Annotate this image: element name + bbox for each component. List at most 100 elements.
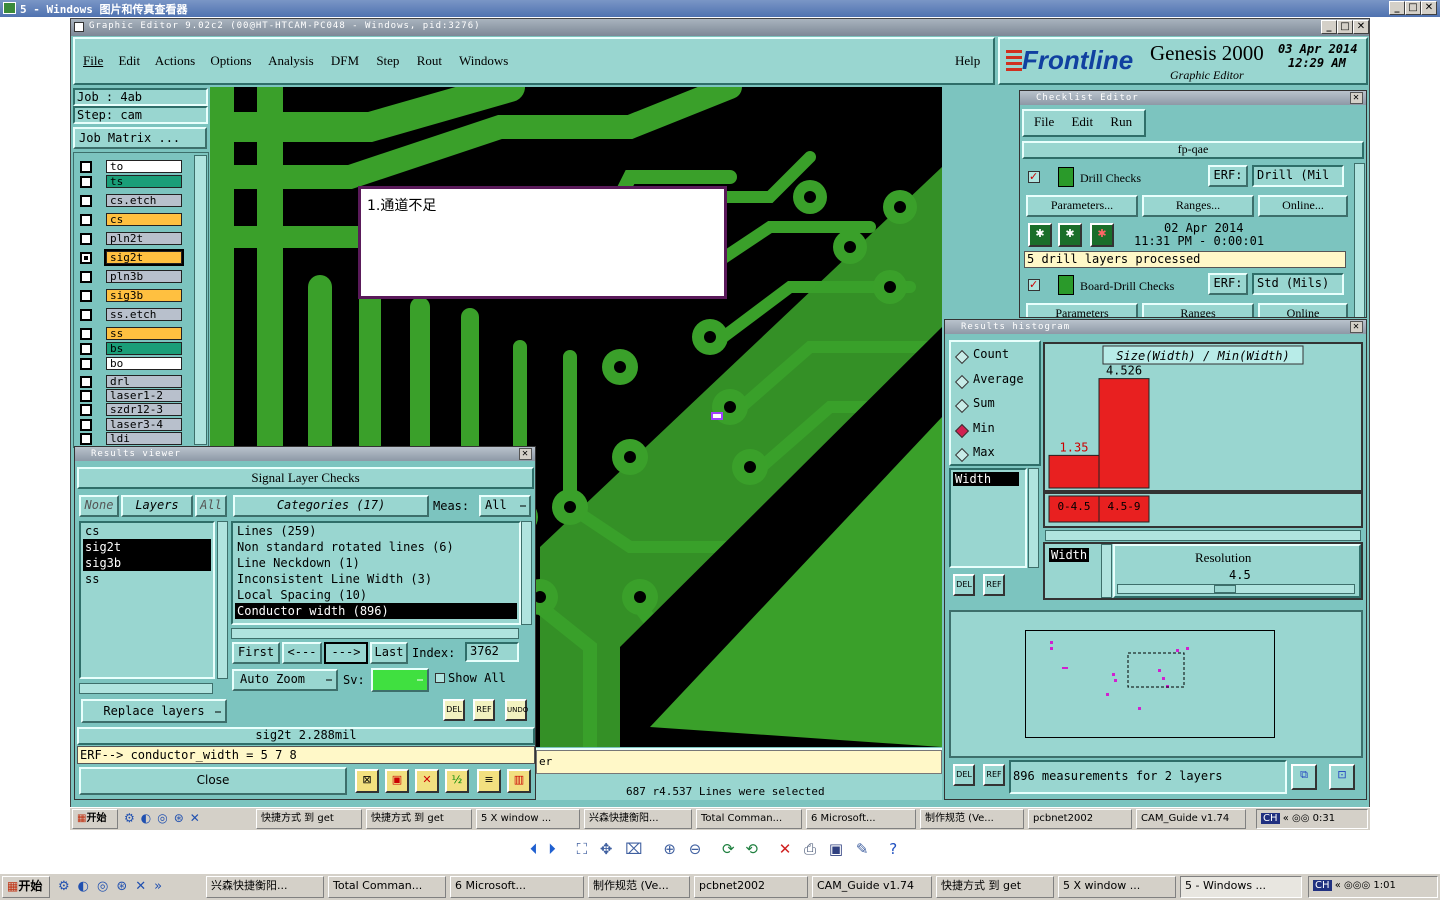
undo-icon[interactable]: UNDO xyxy=(505,699,528,721)
menu-actions[interactable]: Actions xyxy=(155,53,195,68)
layer-row-7[interactable]: sig3b xyxy=(78,289,182,303)
option-label-min[interactable]: Min xyxy=(973,421,995,435)
run-stop-icon[interactable]: ✱ xyxy=(1090,223,1114,247)
option-label-max[interactable]: Max xyxy=(973,445,995,459)
menu-rout[interactable]: Rout xyxy=(417,53,442,68)
inner-start-button[interactable]: ▦开始 xyxy=(72,809,118,829)
print-icon[interactable]: ⎙ xyxy=(804,840,816,858)
overview-map[interactable] xyxy=(1025,630,1275,738)
crossout-icon[interactable]: ✕ xyxy=(415,769,439,793)
checklist-close-icon[interactable]: ✕ xyxy=(1350,92,1363,104)
drill-online-button[interactable]: Online... xyxy=(1258,195,1348,217)
help-icon[interactable]: ? xyxy=(889,840,897,858)
menu-analysis[interactable]: Analysis xyxy=(268,53,314,68)
option-label-average[interactable]: Average xyxy=(973,372,1024,386)
outer-task-button[interactable]: 5 - Windows ... xyxy=(1180,876,1302,898)
map-ref-icon[interactable]: REF xyxy=(983,764,1005,786)
resolution-field[interactable]: Width xyxy=(1049,548,1090,562)
result-layer-item[interactable]: sig2t xyxy=(83,539,211,555)
inner-task-button[interactable]: 5 X window ... xyxy=(476,809,580,829)
layer-toggle-checkbox[interactable] xyxy=(80,233,92,245)
board-parameters-button[interactable]: Parameters xyxy=(1026,303,1138,317)
rotate-cw-icon[interactable]: ⟳ xyxy=(722,840,735,858)
layer-name[interactable]: bs xyxy=(106,342,182,355)
inner-task-button[interactable]: 6 Microsoft... xyxy=(806,809,916,829)
option-radio-max[interactable] xyxy=(954,447,970,463)
result-layer-item[interactable]: cs xyxy=(83,523,211,539)
replace-layers-select[interactable]: Replace layers ⎯ xyxy=(81,699,227,723)
run-step-icon[interactable]: ✱ xyxy=(1058,223,1082,247)
outer-task-button[interactable]: 6 Microsoft... xyxy=(450,876,584,898)
layer-name[interactable]: drl xyxy=(106,375,182,388)
category-item[interactable]: Inconsistent Line Width (3) xyxy=(235,571,517,587)
layer-name[interactable]: ts xyxy=(106,175,182,188)
board-ranges-button[interactable]: Ranges xyxy=(1142,303,1254,317)
layer-toggle-checkbox[interactable] xyxy=(80,252,92,264)
fit-map-icon[interactable]: ⊡ xyxy=(1329,764,1355,790)
layer-name[interactable]: szdr12-3 xyxy=(106,403,182,416)
histogram-close-icon[interactable]: ✕ xyxy=(1350,321,1363,333)
zoom-map-icon[interactable]: ⧉ xyxy=(1291,764,1317,790)
inner-task-button[interactable]: 兴森快捷衡阳... xyxy=(584,809,692,829)
menu-edit[interactable]: Edit xyxy=(118,53,140,68)
layer-row-6[interactable]: pln3b xyxy=(78,270,182,284)
close-button[interactable]: ✕ xyxy=(1421,1,1437,15)
layer-row-15[interactable]: laser3-4 xyxy=(78,418,182,432)
menu-options[interactable]: Options xyxy=(210,53,251,68)
layer-row-5[interactable]: sig2t xyxy=(78,249,184,266)
category-item[interactable]: Conductor width (896) xyxy=(235,603,517,619)
actual-size-icon[interactable]: ✥ xyxy=(600,840,613,858)
layer-name[interactable]: cs xyxy=(106,213,182,226)
layer-toggle-checkbox[interactable] xyxy=(80,404,92,416)
map-del-icon[interactable]: DEL xyxy=(953,764,975,786)
categories-button[interactable]: Categories (17) xyxy=(233,495,429,517)
board-drill-label[interactable]: Board-Drill Checks xyxy=(1080,279,1174,294)
save-icon[interactable]: ▣ xyxy=(829,840,843,858)
job-matrix-button[interactable]: Job Matrix ... xyxy=(73,127,207,149)
first-button[interactable]: First xyxy=(232,642,280,664)
layer-row-3[interactable]: cs xyxy=(78,213,182,227)
delete-icon[interactable]: ✕ xyxy=(779,840,792,858)
layer-icon[interactable]: ▣ xyxy=(385,769,409,793)
last-button[interactable]: Last xyxy=(370,642,408,664)
ref-icon[interactable]: REF xyxy=(473,699,495,721)
editor-minimize-button[interactable]: _ xyxy=(1321,20,1337,34)
category-hscroll[interactable] xyxy=(231,628,519,639)
layer-name[interactable]: laser1-2 xyxy=(106,389,182,402)
layer-toggle-checkbox[interactable] xyxy=(80,419,92,431)
inner-task-button[interactable]: CAM_Guide v1.74 xyxy=(1136,809,1246,829)
layer-name[interactable]: sig3b xyxy=(106,289,182,302)
layer-name[interactable]: ss xyxy=(106,327,182,340)
show-all-checkbox[interactable] xyxy=(435,673,445,683)
category-item[interactable]: Line Neckdown (1) xyxy=(235,555,517,571)
layers-none-button[interactable]: None xyxy=(79,495,119,517)
option-radio-count[interactable] xyxy=(954,349,970,365)
option-label-sum[interactable]: Sum xyxy=(973,396,995,410)
option-label-count[interactable]: Count xyxy=(973,347,1009,361)
layer-row-0[interactable]: to xyxy=(78,160,182,174)
checklist-scrollbar[interactable] xyxy=(1354,163,1365,317)
outer-task-button[interactable]: 制作规范 (Ve... xyxy=(588,876,690,898)
layer-name[interactable]: pln2t xyxy=(106,232,182,245)
category-item[interactable]: Local Spacing (10) xyxy=(235,587,517,603)
layer-row-16[interactable]: ldi xyxy=(78,432,182,446)
index-input[interactable]: 3762 xyxy=(465,642,519,662)
result-layer-item[interactable]: sig3b xyxy=(83,555,211,571)
board-drill-checkbox[interactable]: ✓ xyxy=(1028,279,1040,291)
run-icon[interactable]: ✱ xyxy=(1028,223,1052,247)
layer-toggle-checkbox[interactable] xyxy=(80,309,92,321)
resolution-slider-thumb[interactable] xyxy=(1214,585,1236,593)
outer-task-button[interactable]: 5 X window ... xyxy=(1058,876,1176,898)
layer-toggle-checkbox[interactable] xyxy=(80,328,92,340)
layer-name[interactable]: laser3-4 xyxy=(106,418,182,431)
board-online-button[interactable]: Online xyxy=(1258,303,1348,317)
category-item[interactable]: Non standard rotated lines (6) xyxy=(235,539,517,555)
outer-task-button[interactable]: 兴森快捷衡阳... xyxy=(206,876,324,898)
auto-zoom-select[interactable]: Auto Zoom ⎯ xyxy=(232,669,338,691)
zoom-out-icon[interactable]: ⊖ xyxy=(689,840,702,858)
outer-start-button[interactable]: ▦开始 xyxy=(2,876,50,898)
layer-row-14[interactable]: szdr12-3 xyxy=(78,403,182,417)
resolution-slider[interactable] xyxy=(1117,584,1355,594)
edit-icon[interactable]: ✎ xyxy=(856,840,869,858)
previous-image-icon[interactable]: ⏴ xyxy=(530,840,538,858)
